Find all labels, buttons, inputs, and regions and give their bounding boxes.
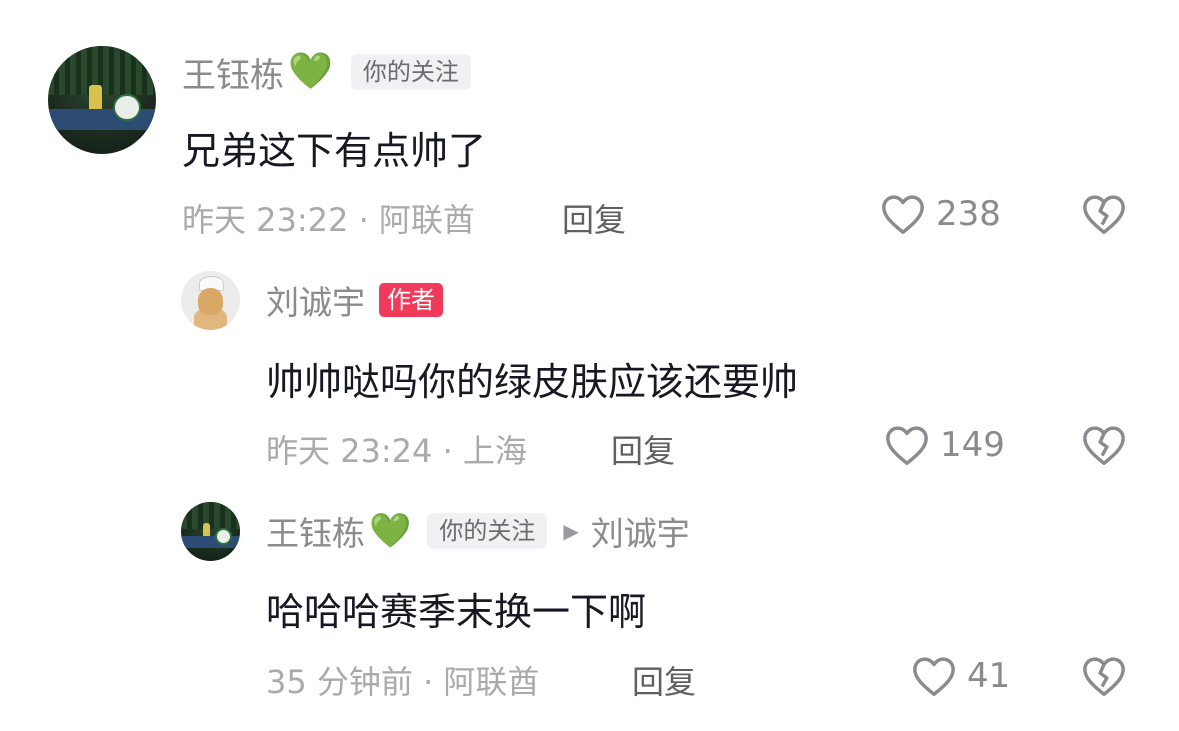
comment-text: 兄弟这下有点帅了 [182,129,487,173]
username[interactable]: 王钰栋 [182,48,284,97]
avatar[interactable] [181,271,240,330]
like-count: 149 [940,425,1005,465]
heart-outline-icon [911,654,957,698]
dislike-button[interactable] [1081,654,1127,698]
avatar[interactable] [181,502,240,561]
like-count: 41 [967,656,1011,696]
reply-button[interactable]: 回复 [611,426,675,472]
comment-header: 王钰栋 💚 你的关注 [182,48,471,96]
like-button[interactable]: 41 [911,654,1010,698]
reply-to-username[interactable]: 刘诚宇 [591,507,690,555]
comment-text: 帅帅哒吗你的绿皮肤应该还要帅 [266,360,799,404]
triangle-right-icon: ▶ [563,519,579,543]
avatar[interactable] [48,46,156,154]
comment-header: 王钰栋 💚 你的关注 ▶ 刘诚宇 [266,509,690,553]
like-button[interactable]: 149 [884,423,1005,467]
comment-meta: 昨天 23:24 · 上海 [266,432,527,470]
green-heart-emoji: 💚 [369,511,412,551]
comment-meta: 35 分钟前 · 阿联酋 [266,663,540,701]
heart-outline-icon [880,192,926,236]
dislike-button[interactable] [1081,423,1127,467]
broken-heart-icon [1081,654,1127,698]
reply-button[interactable]: 回复 [562,195,626,241]
username[interactable]: 王钰栋 [266,507,365,555]
broken-heart-icon [1081,423,1127,467]
author-badge: 作者 [379,282,443,318]
like-count: 238 [936,194,1001,234]
dislike-button[interactable] [1081,192,1127,236]
comment-meta: 昨天 23:22 · 阿联酋 [182,201,475,239]
heart-outline-icon [884,423,930,467]
reply-button[interactable]: 回复 [632,657,696,703]
broken-heart-icon [1081,192,1127,236]
following-badge: 你的关注 [350,53,471,91]
username[interactable]: 刘诚宇 [266,276,365,324]
comment-header: 刘诚宇 作者 [266,278,443,322]
like-button[interactable]: 238 [880,192,1001,236]
following-badge: 你的关注 [427,512,548,550]
comment-text: 哈哈哈赛季末换一下啊 [266,590,647,634]
green-heart-emoji: 💚 [288,51,333,92]
